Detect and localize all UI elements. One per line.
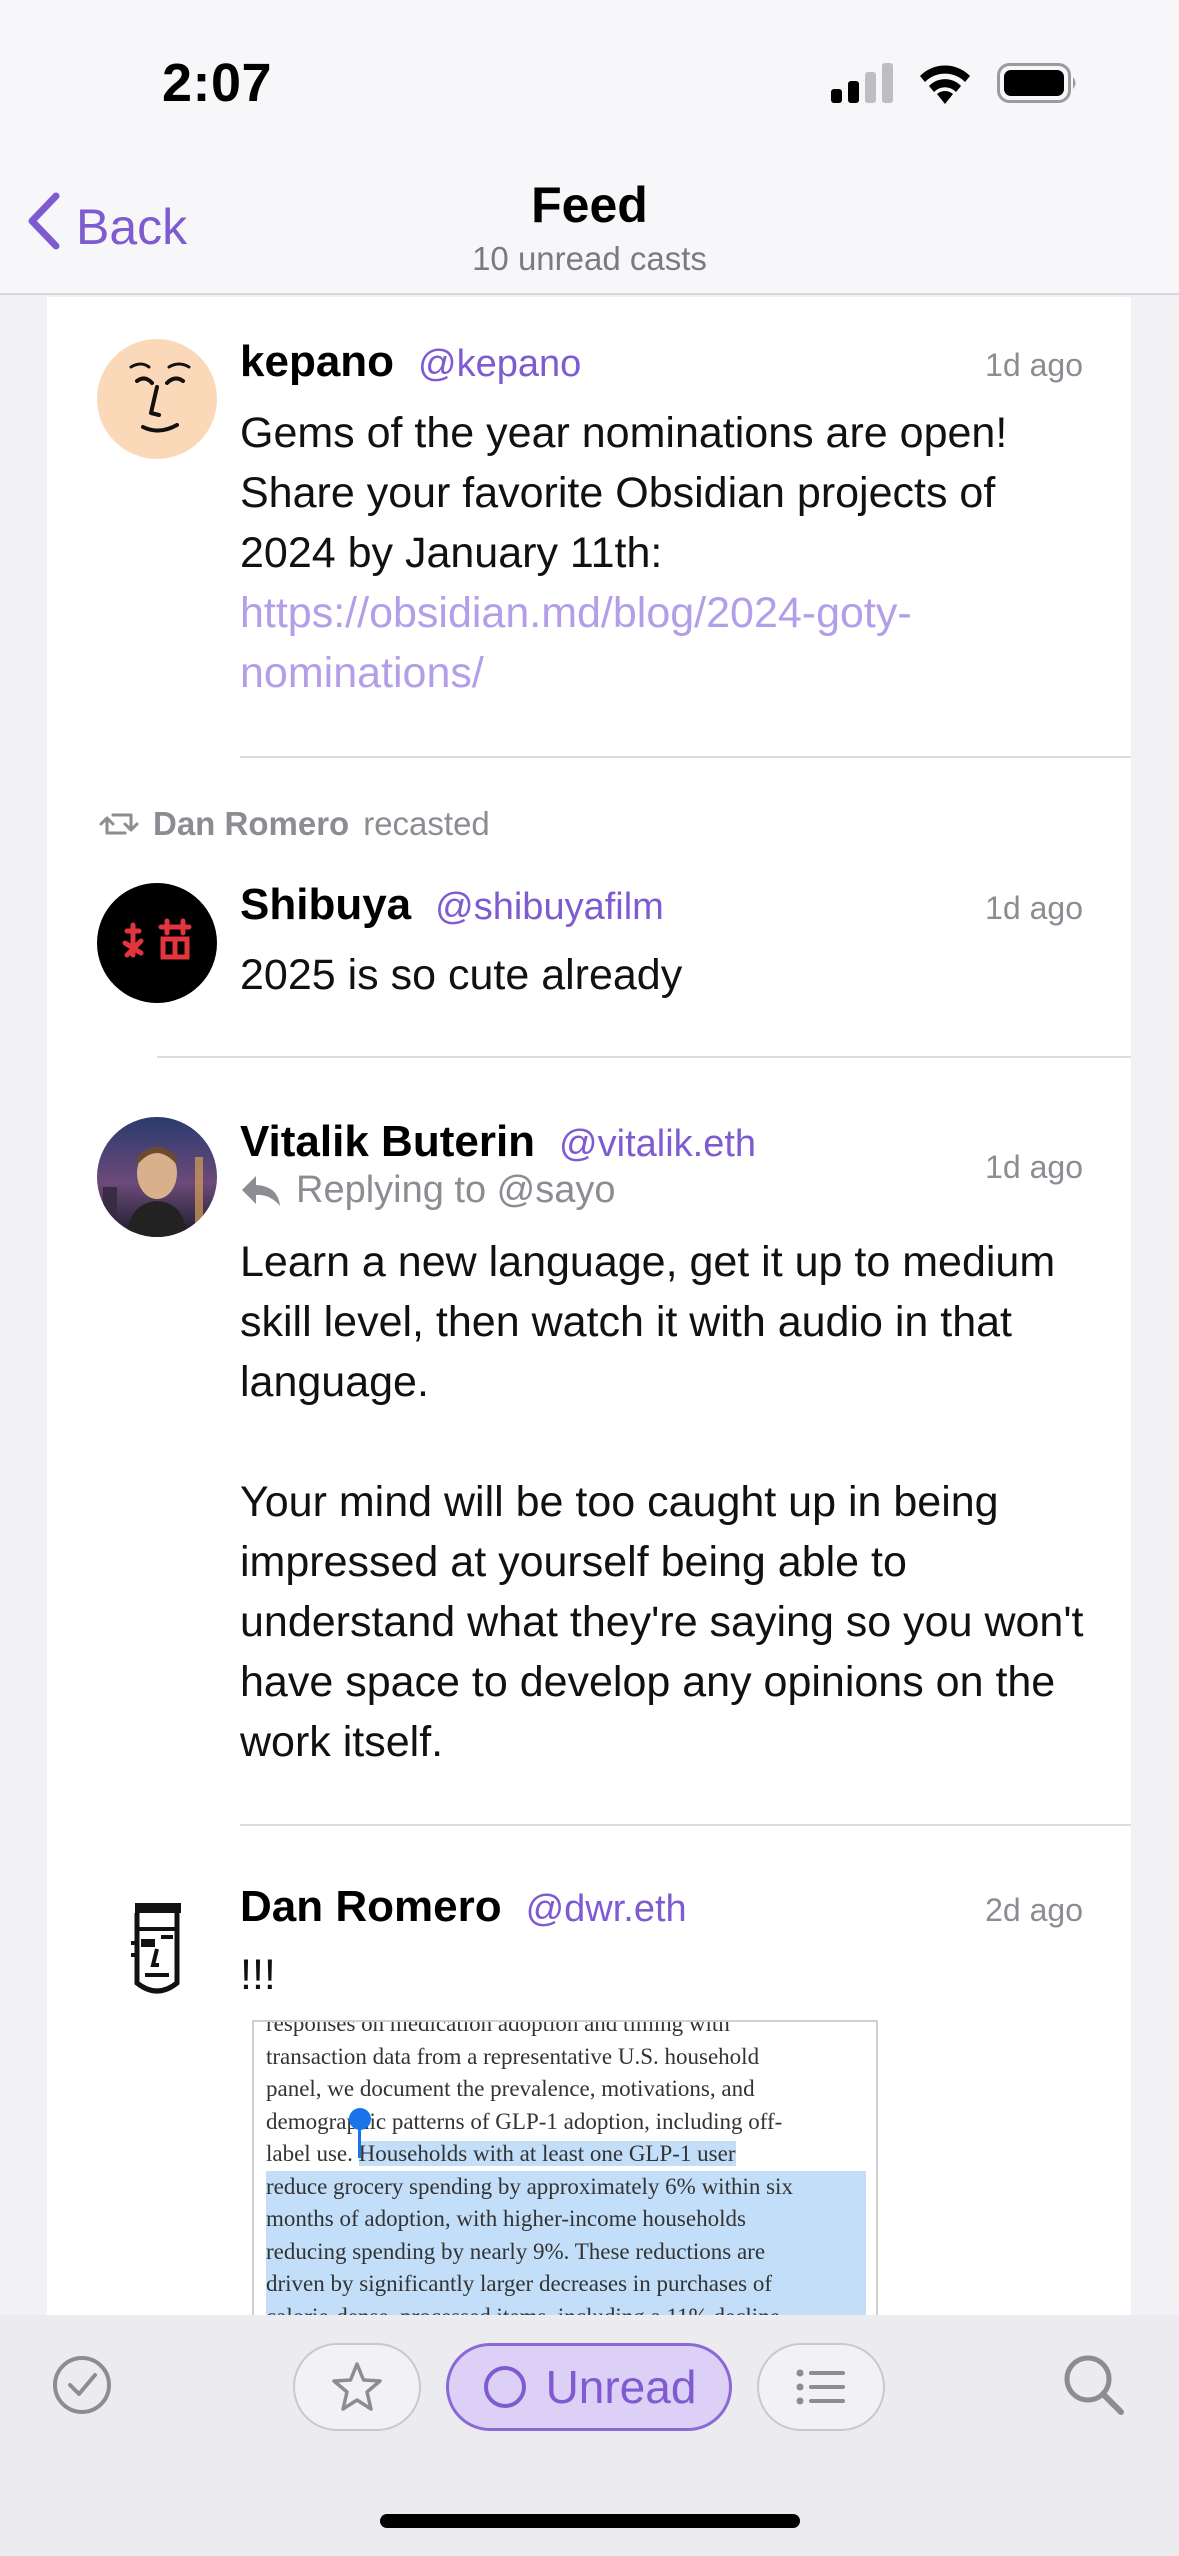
signal-icon (831, 63, 893, 108)
list-icon (796, 2369, 845, 2405)
embed-highlight: reduce grocery spending by approximately… (266, 2170, 866, 2203)
nav-header: Back Feed 10 unread casts (0, 170, 1179, 295)
embed-line: responses on medication adoption and tim… (266, 2020, 730, 2036)
avatar[interactable] (97, 1883, 217, 2003)
unread-tab-label: Unread (545, 2361, 697, 2413)
pixel-face-icon (131, 1903, 181, 1994)
status-bar: 2:07 (0, 0, 1179, 170)
search-icon[interactable] (1062, 2353, 1126, 2422)
embed-highlight: Households with at least one GLP-1 user (358, 2141, 736, 2166)
author-handle[interactable]: @dwr.eth (526, 1888, 687, 1931)
selection-caret (358, 2124, 361, 2158)
favorites-tab[interactable] (293, 2343, 421, 2431)
author-row: Dan Romero @dwr.eth (240, 1882, 687, 1932)
bottom-tab-bar: Unread (0, 2315, 1179, 2556)
home-indicator (380, 2514, 800, 2528)
embed-line: label use. Households with at least one … (266, 2138, 866, 2171)
list-tab[interactable] (757, 2343, 885, 2431)
unread-tab[interactable]: Unread (446, 2343, 732, 2431)
embed-highlight: calorie-dense, processed items, includin… (266, 2300, 866, 2315)
star-icon (332, 2362, 382, 2411)
status-time: 2:07 (162, 53, 273, 113)
status-icons (831, 62, 1079, 109)
embed-line-part: label use. (266, 2141, 353, 2166)
embed-highlight: driven by significantly larger decreases… (266, 2268, 866, 2301)
battery-icon (997, 63, 1079, 108)
cast-embed-image[interactable]: responses on medication adoption and tim… (252, 2020, 878, 2315)
cast-text: !!! (240, 1951, 276, 1999)
cast-time: 2d ago (985, 1892, 1083, 1928)
feed-list[interactable]: kepano @kepano 1d ago Gems of the year n… (47, 297, 1131, 2315)
embed-line: transaction data from a representative U… (266, 2043, 760, 2069)
cast-item[interactable]: Dan Romero @dwr.eth 2d ago !!! (47, 297, 1131, 2315)
checkmark-circle-icon[interactable] (52, 2355, 112, 2420)
embed-text: responses on medication adoption and tim… (266, 2020, 866, 2315)
embed-highlight: months of adoption, with higher-income h… (266, 2203, 866, 2236)
embed-highlight: reducing spending by nearly 9%. These re… (266, 2235, 866, 2268)
wifi-icon (917, 62, 973, 109)
author-name[interactable]: Dan Romero (240, 1882, 502, 1932)
embed-line: panel, we document the prevalence, motiv… (266, 2076, 755, 2101)
circle-icon (483, 2366, 526, 2408)
page-subtitle: 10 unread casts (472, 240, 707, 277)
page-title: Feed (531, 177, 648, 233)
